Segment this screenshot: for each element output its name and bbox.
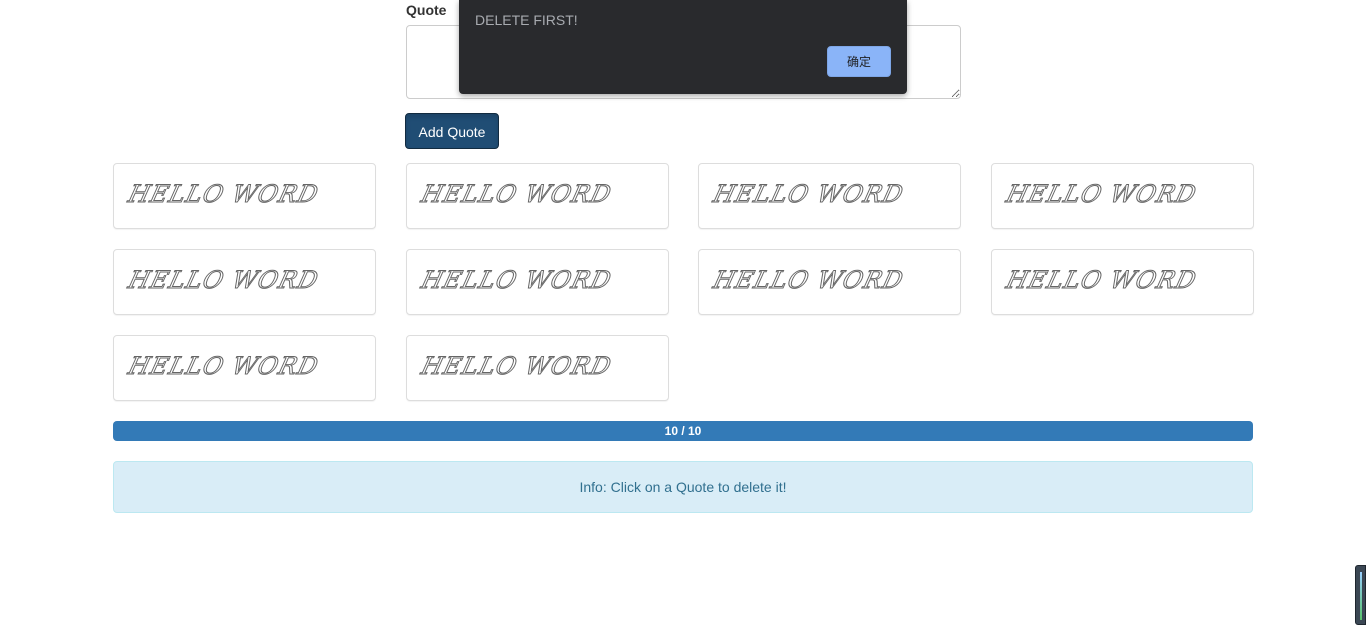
quote-card[interactable]: HELLO WORD xyxy=(113,163,376,229)
quote-card[interactable]: HELLO WORD xyxy=(406,249,669,315)
quote-text: HELLO WORD xyxy=(1003,180,1200,209)
quote-card[interactable]: HELLO WORD xyxy=(406,335,669,401)
quote-text: HELLO WORD xyxy=(125,352,322,381)
dialog-message: DELETE FIRST! xyxy=(475,12,578,28)
add-quote-button[interactable]: Add Quote xyxy=(405,113,499,149)
quote-text: HELLO WORD xyxy=(710,266,907,295)
quote-card[interactable]: HELLO WORD xyxy=(113,335,376,401)
quote-card[interactable]: HELLO WORD xyxy=(698,163,961,229)
quote-text: HELLO WORD xyxy=(1003,266,1200,295)
quote-card[interactable]: HELLO WORD xyxy=(113,249,376,315)
side-handle[interactable] xyxy=(1355,565,1366,625)
grip-icon xyxy=(1360,572,1362,620)
quote-text: HELLO WORD xyxy=(125,266,322,295)
info-text: Info: Click on a Quote to delete it! xyxy=(579,479,787,495)
quote-count-progress: 10 / 10 xyxy=(113,421,1253,441)
dialog-ok-button[interactable]: 确定 xyxy=(827,46,891,77)
info-alert: Info: Click on a Quote to delete it! xyxy=(113,461,1253,513)
quote-card[interactable]: HELLO WORD xyxy=(991,249,1254,315)
quote-text: HELLO WORD xyxy=(418,180,615,209)
quote-card[interactable]: HELLO WORD xyxy=(406,163,669,229)
quote-text: HELLO WORD xyxy=(418,266,615,295)
alert-dialog: DELETE FIRST! 确定 xyxy=(459,0,907,94)
quote-text: HELLO WORD xyxy=(125,180,322,209)
progress-bar: 10 / 10 xyxy=(113,421,1253,441)
quote-label: Quote xyxy=(406,2,447,18)
quote-text: HELLO WORD xyxy=(710,180,907,209)
quote-text: HELLO WORD xyxy=(418,352,615,381)
quote-card[interactable]: HELLO WORD xyxy=(698,249,961,315)
quote-card[interactable]: HELLO WORD xyxy=(991,163,1254,229)
